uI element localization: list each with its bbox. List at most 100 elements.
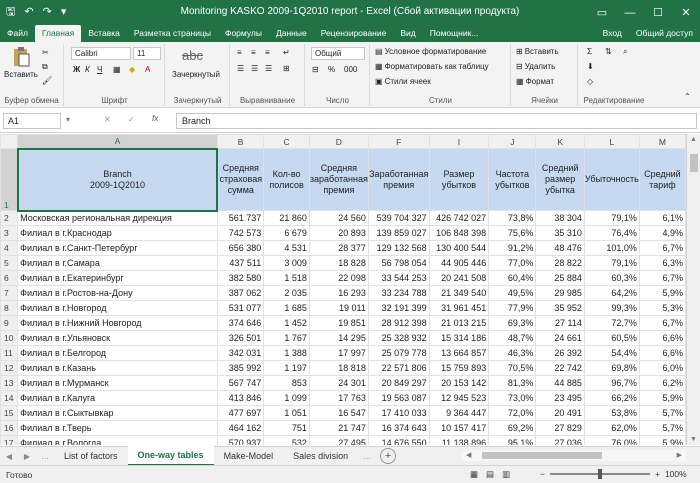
value-cell[interactable]: 751 <box>263 420 310 436</box>
merge-icon[interactable]: ⊞ <box>283 64 290 73</box>
branch-cell[interactable]: Филиал в г.Нижний Новгород <box>17 315 218 331</box>
scroll-left-icon[interactable]: ◀ <box>466 451 471 459</box>
value-cell[interactable]: 477 697 <box>216 405 265 421</box>
value-cell[interactable]: 27 036 <box>535 435 585 445</box>
value-cell[interactable]: 6,7% <box>638 315 686 331</box>
value-cell[interactable]: 853 <box>263 375 310 391</box>
value-cell[interactable]: 6 679 <box>263 225 310 241</box>
conditional-formatting-button[interactable]: ▤ Условное форматирование <box>375 47 486 56</box>
comma-icon[interactable]: 000 <box>344 65 357 74</box>
value-cell[interactable]: 21 747 <box>308 420 369 436</box>
currency-icon[interactable]: ⊟ <box>312 65 319 74</box>
value-cell[interactable]: 6,6% <box>638 330 686 346</box>
value-cell[interactable]: 16 293 <box>308 285 369 301</box>
delete-cells-button[interactable]: ⊟ Удалить <box>516 62 555 71</box>
value-cell[interactable]: 19 011 <box>308 300 369 316</box>
value-cell[interactable]: 44 905 446 <box>428 255 490 271</box>
sheet-tab-sales-division[interactable]: Sales division <box>283 447 358 465</box>
row-header[interactable]: 1 <box>0 148 19 211</box>
value-cell[interactable]: 6,2% <box>638 375 686 391</box>
value-cell[interactable]: 20 491 <box>535 405 585 421</box>
format-as-table-button[interactable]: ▦ Форматировать как таблицу <box>375 62 489 71</box>
normal-view-icon[interactable]: ▦ <box>470 469 478 480</box>
value-cell[interactable]: 6,1% <box>638 210 686 226</box>
value-cell[interactable]: 69,3% <box>488 315 537 331</box>
value-cell[interactable]: 5,7% <box>638 420 686 436</box>
align-top-icon[interactable]: ≡ <box>237 48 242 57</box>
row-header[interactable]: 6 <box>0 270 19 286</box>
value-cell[interactable]: 464 162 <box>216 420 265 436</box>
value-cell[interactable]: 4 531 <box>263 240 310 256</box>
wrap-text-icon[interactable]: ↵ <box>283 48 290 57</box>
value-cell[interactable]: 46,3% <box>488 345 537 361</box>
page-layout-view-icon[interactable]: ▤ <box>486 469 494 480</box>
maximize-icon[interactable]: ☐ <box>644 0 672 25</box>
vertical-scrollbar[interactable]: ▲ ▼ <box>686 134 700 445</box>
value-cell[interactable]: 20 241 508 <box>428 270 490 286</box>
value-cell[interactable]: 77,9% <box>488 300 537 316</box>
value-cell[interactable]: 5,9% <box>638 435 686 445</box>
header-cell[interactable]: Кол-во полисов <box>263 148 310 211</box>
share-button[interactable]: Общий доступ <box>629 25 700 42</box>
branch-cell[interactable]: Филиал в г.Белгород <box>17 345 218 361</box>
value-cell[interactable]: 73,8% <box>488 210 537 226</box>
value-cell[interactable]: 567 747 <box>216 375 265 391</box>
value-cell[interactable]: 22 098 <box>308 270 369 286</box>
column-header[interactable]: F <box>367 134 430 149</box>
value-cell[interactable]: 5,3% <box>638 300 686 316</box>
value-cell[interactable]: 76,4% <box>583 225 640 241</box>
row-header[interactable]: 8 <box>0 300 19 316</box>
value-cell[interactable]: 1 685 <box>263 300 310 316</box>
branch-cell[interactable]: Филиал в г.Ульяновск <box>17 330 218 346</box>
value-cell[interactable]: 6,7% <box>638 270 686 286</box>
value-cell[interactable]: 69,8% <box>583 360 640 376</box>
percent-icon[interactable]: % <box>328 65 335 74</box>
bold-button[interactable]: Ж <box>73 65 80 74</box>
value-cell[interactable]: 413 846 <box>216 390 265 406</box>
value-cell[interactable]: 66,2% <box>583 390 640 406</box>
more-sheets-right-icon[interactable]: … <box>358 452 376 461</box>
value-cell[interactable]: 129 132 568 <box>367 240 430 256</box>
fill-icon[interactable]: ⬇ <box>587 62 594 71</box>
format-painter-icon[interactable]: 🖌 <box>42 76 52 85</box>
value-cell[interactable]: 382 580 <box>216 270 265 286</box>
branch-cell[interactable]: Филиал в г.Вологда <box>17 435 218 445</box>
header-cell[interactable]: Убыточность <box>583 148 640 211</box>
value-cell[interactable]: 25 079 778 <box>367 345 430 361</box>
header-cell[interactable]: Средняя заработанная премия <box>308 148 369 211</box>
value-cell[interactable]: 5,7% <box>638 405 686 421</box>
value-cell[interactable]: 139 859 027 <box>367 225 430 241</box>
row-header[interactable]: 13 <box>0 375 19 391</box>
header-cell[interactable]: Средний тариф <box>638 148 686 211</box>
column-header[interactable]: A <box>17 134 218 150</box>
row-header[interactable]: 5 <box>0 255 19 271</box>
value-cell[interactable]: 130 400 544 <box>428 240 490 256</box>
branch-cell[interactable]: Филиал в г.Новгород <box>17 300 218 316</box>
sheet-tab-make-model[interactable]: Make-Model <box>214 447 284 465</box>
enter-icon[interactable]: ✓ <box>128 115 135 124</box>
value-cell[interactable]: 5,9% <box>638 285 686 301</box>
value-cell[interactable]: 1 197 <box>263 360 310 376</box>
paste-button[interactable]: Вставить <box>4 46 38 79</box>
value-cell[interactable]: 26 392 <box>535 345 585 361</box>
value-cell[interactable]: 75,6% <box>488 225 537 241</box>
value-cell[interactable]: 15 314 186 <box>428 330 490 346</box>
value-cell[interactable]: 35 310 <box>535 225 585 241</box>
scroll-thumb[interactable] <box>690 154 698 172</box>
value-cell[interactable]: 27 114 <box>535 315 585 331</box>
insert-function-icon[interactable]: fx <box>152 114 158 123</box>
row-header[interactable]: 11 <box>0 345 19 361</box>
branch-cell[interactable]: Филиал в г.Самара <box>17 255 218 271</box>
value-cell[interactable]: 24 560 <box>308 210 369 226</box>
value-cell[interactable]: 33 544 253 <box>367 270 430 286</box>
value-cell[interactable]: 14 676 550 <box>367 435 430 445</box>
tab-file[interactable]: Файл <box>0 25 35 42</box>
align-left-icon[interactable]: ☰ <box>237 64 244 73</box>
value-cell[interactable]: 5,9% <box>638 390 686 406</box>
value-cell[interactable]: 1 099 <box>263 390 310 406</box>
header-cell[interactable]: Размер убытков <box>428 148 490 211</box>
tab-formulas[interactable]: Формулы <box>218 25 269 42</box>
copy-icon[interactable]: ⧉ <box>42 62 48 72</box>
column-header[interactable]: L <box>583 134 640 149</box>
value-cell[interactable]: 15 759 893 <box>428 360 490 376</box>
